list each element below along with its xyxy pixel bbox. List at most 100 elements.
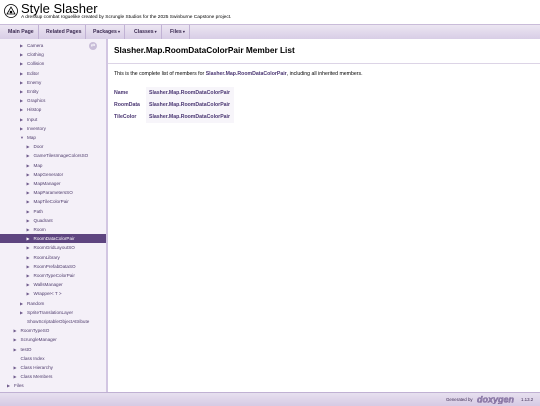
expand-arrow-right-icon[interactable]: ▶ — [27, 188, 30, 197]
sidebar-item[interactable]: ▶ Collision — [0, 59, 106, 68]
sidebar-item[interactable]: ▶ Random — [0, 299, 106, 308]
member-owner-link[interactable]: Slasher.Map.RoomDataColorPair — [146, 111, 235, 123]
sidebar-item[interactable]: ▶ SpriteTranslationLayer — [0, 308, 106, 317]
expand-arrow-right-icon[interactable]: ▶ — [20, 105, 23, 114]
sidebar-item-label: Wrapper< T > — [33, 291, 62, 297]
expand-arrow-right-icon[interactable]: ▶ — [27, 253, 30, 262]
sidebar-item[interactable]: ▶ Enemy — [0, 78, 106, 87]
generated-by-label: Generated by — [446, 397, 473, 402]
table-row: TileColor Slasher.Map.RoomDataColorPair — [114, 111, 235, 123]
expand-arrow-right-icon[interactable]: ▶ — [20, 59, 23, 68]
sidebar-item[interactable]: ▶ WallsManager — [0, 280, 106, 289]
member-name-link[interactable]: RoomData — [114, 99, 146, 111]
sidebar-item[interactable]: ▶ Door — [0, 142, 106, 151]
expand-arrow-right-icon[interactable]: ▶ — [14, 363, 17, 372]
expand-arrow-right-icon[interactable]: ▶ — [27, 216, 30, 225]
sidebar-item[interactable]: ShowScriptableObjectAttribute — [0, 317, 106, 326]
doxygen-logo-icon[interactable]: doxygen — [477, 395, 519, 404]
sidebar-item[interactable]: ▶ testO — [0, 345, 106, 354]
expand-arrow-right-icon[interactable]: ▶ — [14, 372, 17, 381]
sidebar-item[interactable]: ▶ Entity — [0, 87, 106, 96]
expand-arrow-right-icon[interactable]: ▶ — [27, 271, 30, 280]
sidebar-item[interactable]: ▶ RoomPrefabDataSO — [0, 262, 106, 271]
sidebar-item[interactable]: ▶ Input — [0, 115, 106, 124]
nav-classes-label: Classes — [134, 29, 154, 35]
sidebar-item-label: Random — [27, 300, 45, 306]
nav-related-pages[interactable]: Related Pages — [42, 25, 87, 39]
expand-arrow-right-icon[interactable]: ▶ — [20, 69, 23, 78]
sidebar-item-label: Hitstop — [27, 107, 42, 113]
sidebar-item-label: Room — [33, 227, 46, 232]
expand-arrow-right-icon[interactable]: ▶ — [27, 280, 30, 289]
expand-arrow-right-icon[interactable]: ▶ — [20, 299, 23, 308]
sidebar-item[interactable]: ▶ Editor — [0, 69, 106, 78]
nav-main-page-label: Main Page — [8, 29, 34, 35]
sidebar-item[interactable]: ▶ Room — [0, 225, 106, 234]
sidebar-item[interactable]: ▶ Clothing — [0, 50, 106, 59]
expand-arrow-right-icon[interactable]: ▶ — [20, 78, 23, 87]
intro-text: This is the complete list of members for… — [114, 71, 363, 77]
nav-main-page[interactable]: Main Page — [4, 25, 39, 39]
expand-arrow-right-icon[interactable]: ▶ — [27, 225, 30, 234]
sidebar-item[interactable]: ▶ RoomGridLayoutSO — [0, 243, 106, 252]
expand-arrow-right-icon[interactable]: ▶ — [14, 326, 17, 335]
sidebar-item[interactable]: ▼ Map — [0, 133, 106, 142]
expand-arrow-down-icon[interactable]: ▼ — [20, 133, 24, 142]
expand-arrow-right-icon[interactable]: ▶ — [27, 234, 30, 243]
member-owner-link[interactable]: Slasher.Map.RoomDataColorPair — [146, 87, 235, 99]
nav-packages[interactable]: Packages▾ — [89, 25, 125, 39]
sidebar-item[interactable]: ▶ RoomDataColorPair — [0, 234, 106, 244]
sidebar-item[interactable]: ▶ Inventory — [0, 124, 106, 133]
expand-arrow-right-icon[interactable]: ▶ — [27, 142, 30, 151]
sidebar-item[interactable]: ▶ Class Members — [0, 372, 106, 381]
sidebar-item[interactable]: ▶ Camera — [0, 41, 106, 50]
expand-arrow-right-icon[interactable]: ▶ — [27, 243, 30, 252]
member-owner-link[interactable]: Slasher.Map.RoomDataColorPair — [146, 99, 235, 111]
expand-arrow-right-icon[interactable]: ▶ — [20, 87, 23, 96]
expand-arrow-right-icon[interactable]: ▶ — [14, 345, 17, 354]
sidebar-item[interactable]: Class Index — [0, 354, 106, 363]
chevron-down-icon: ▾ — [117, 29, 120, 34]
expand-arrow-right-icon[interactable]: ▶ — [27, 207, 30, 216]
top-navbar: Main Page Related Pages Packages▾ Classe… — [0, 24, 540, 40]
expand-arrow-right-icon[interactable]: ▶ — [7, 381, 10, 390]
expand-arrow-right-icon[interactable]: ▶ — [27, 197, 30, 206]
expand-arrow-right-icon[interactable]: ▶ — [20, 308, 23, 317]
expand-arrow-right-icon[interactable]: ▶ — [27, 151, 30, 160]
sidebar-item[interactable]: ▶ GameTilesImageColorsSO — [0, 151, 106, 160]
nav-files[interactable]: Files▾ — [166, 25, 190, 39]
expand-arrow-right-icon[interactable]: ▶ — [27, 170, 30, 179]
expand-arrow-right-icon[interactable]: ▶ — [20, 124, 23, 133]
member-name-link[interactable]: TileColor — [114, 111, 146, 123]
member-name-link[interactable]: Name — [114, 87, 146, 99]
sidebar-item[interactable]: ▶ RoomTypeSO — [0, 326, 106, 335]
expand-arrow-right-icon[interactable]: ▶ — [20, 96, 23, 105]
sidebar-item[interactable]: ▶ Hitstop — [0, 105, 106, 114]
expand-arrow-right-icon[interactable]: ▶ — [20, 115, 23, 124]
nav-classes[interactable]: Classes▾ — [130, 25, 162, 39]
sidebar-item[interactable]: ▶ Quadrant — [0, 216, 106, 225]
app-title: Style Slasher — [21, 1, 98, 16]
sidebar-item[interactable]: ▶ ScrungleManager — [0, 335, 106, 344]
sidebar-item[interactable]: ▶ Wrapper< T > — [0, 289, 106, 298]
sidebar-item[interactable]: ▶ Path — [0, 207, 106, 216]
intro-class-link[interactable]: Slasher.Map.RoomDataColorPair — [206, 71, 287, 77]
sidebar-item[interactable]: ▶ MapGenerator — [0, 170, 106, 179]
expand-arrow-right-icon[interactable]: ▶ — [20, 41, 23, 50]
sidebar-item[interactable]: ▶ RoomLibrary — [0, 253, 106, 262]
sidebar-item[interactable]: ▶ Graphics — [0, 96, 106, 105]
sidebar-item-label: RoomGridLayoutSO — [33, 245, 75, 251]
sidebar-item[interactable]: ▶ Map — [0, 161, 106, 170]
expand-arrow-right-icon[interactable]: ▶ — [14, 335, 17, 344]
sidebar-item[interactable]: ▶ Class Hierarchy — [0, 363, 106, 372]
sidebar-item[interactable]: ▶ MapTileColorPair — [0, 197, 106, 206]
expand-arrow-right-icon[interactable]: ▶ — [27, 161, 30, 170]
sidebar-item[interactable]: ▶ MapManager — [0, 179, 106, 188]
expand-arrow-right-icon[interactable]: ▶ — [27, 179, 30, 188]
sidebar-item[interactable]: ▶ MapParametersSO — [0, 188, 106, 197]
expand-arrow-right-icon[interactable]: ▶ — [20, 50, 23, 59]
expand-arrow-right-icon[interactable]: ▶ — [27, 289, 30, 298]
sidebar-item[interactable]: ▶ Files — [0, 381, 106, 390]
sidebar-item[interactable]: ▶ RoomTypeColorPair — [0, 271, 106, 280]
expand-arrow-right-icon[interactable]: ▶ — [27, 262, 30, 271]
